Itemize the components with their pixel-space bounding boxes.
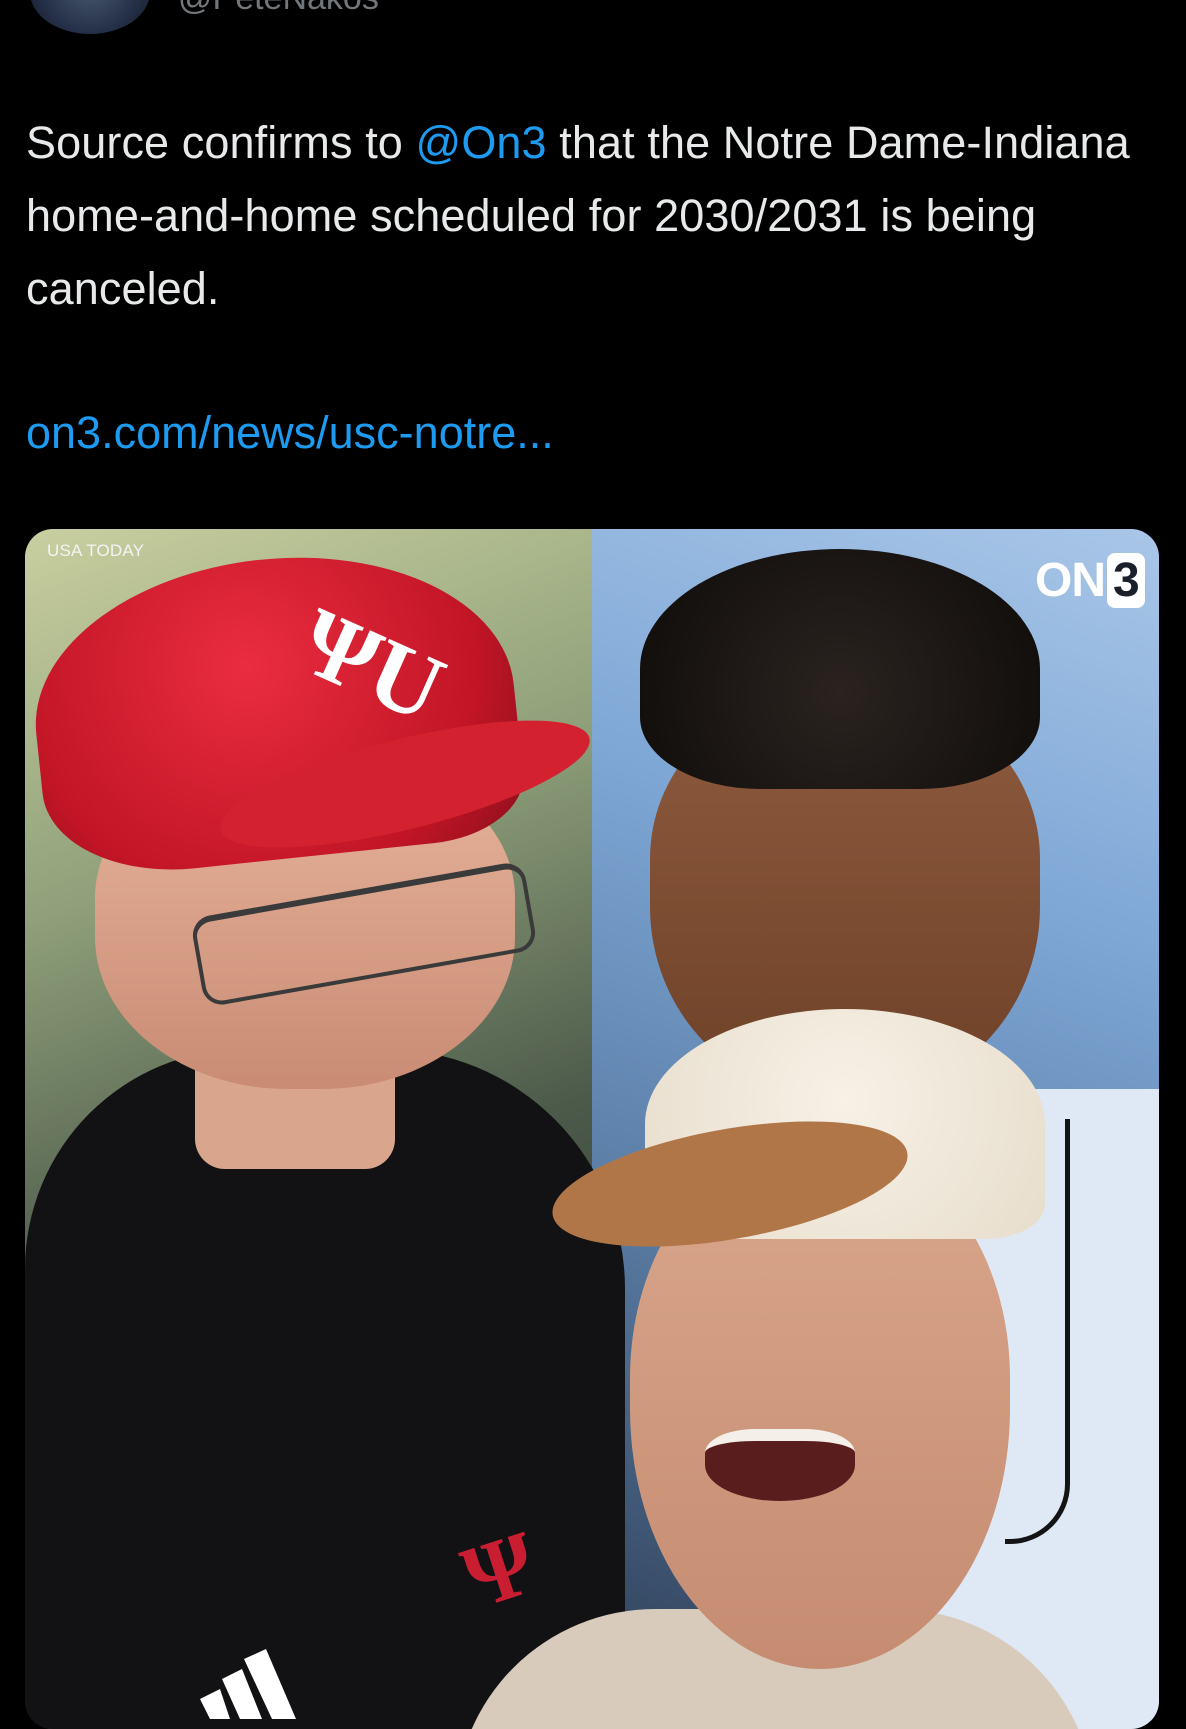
author-handle[interactable]: @PeteNakos (178, 0, 379, 18)
tweet-text: Source confirms to @On3 that the Notre D… (26, 106, 1156, 325)
on3-logo-box: 3 (1107, 553, 1145, 608)
photo-credit: USA TODAY (47, 541, 145, 560)
mention-link[interactable]: @On3 (416, 117, 547, 168)
player-hair (640, 549, 1040, 789)
article-link[interactable]: on3.com/news/usc-notre... (26, 396, 554, 469)
media-image[interactable]: ΨU Ψ USA TODAY ON 3 (25, 529, 1159, 1729)
adidas-logo-icon (200, 1649, 296, 1719)
on3-logo-text: ON (1035, 554, 1106, 607)
avatar[interactable] (30, 0, 150, 34)
creator-mouth (705, 1429, 855, 1501)
tweet-text-before: Source confirms to (26, 117, 416, 168)
on3-logo: ON 3 (1035, 553, 1145, 608)
